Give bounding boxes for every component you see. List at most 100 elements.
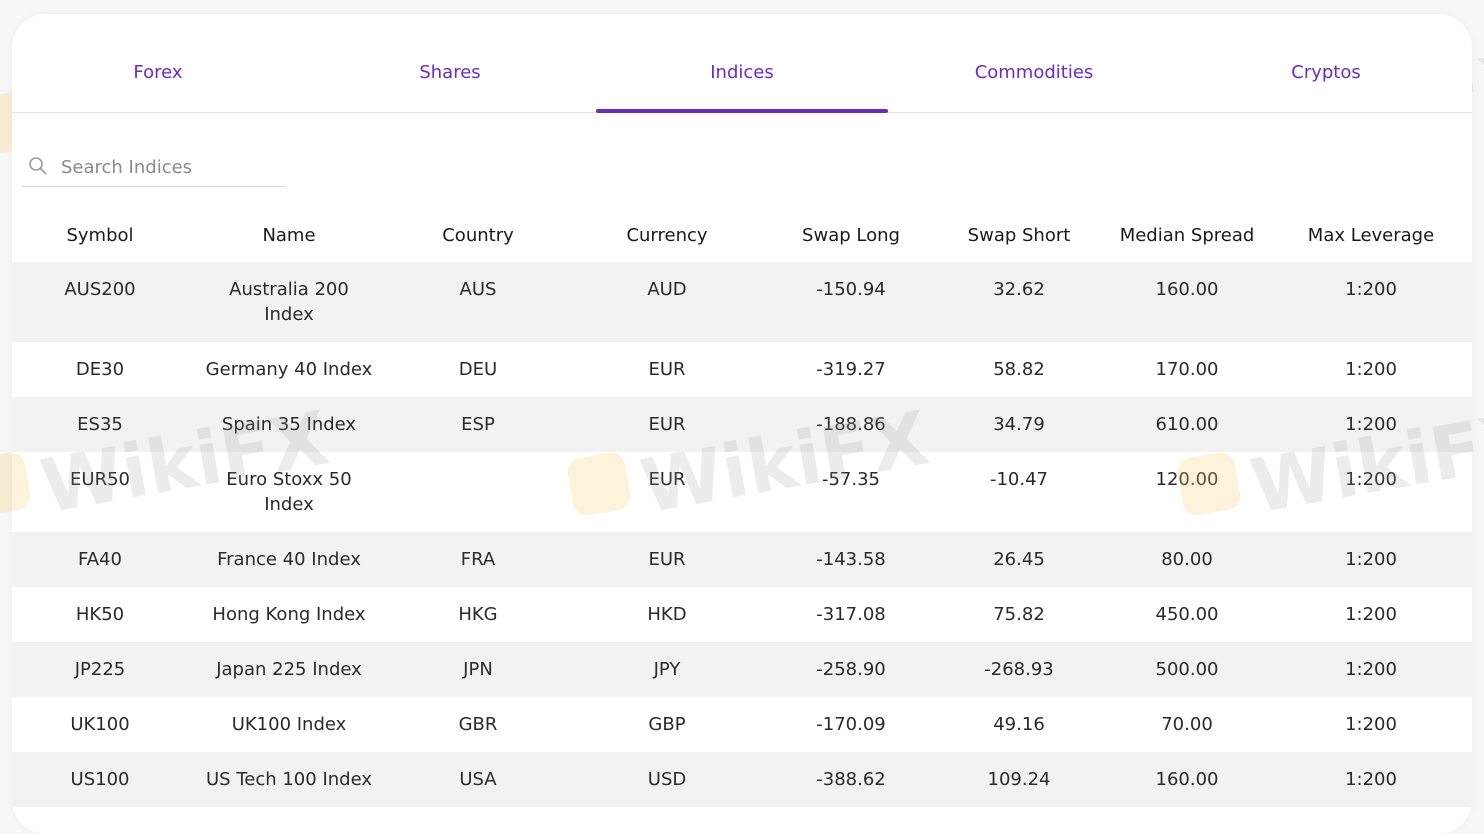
table-row: HK50 Hong Kong Index HKG HKD -317.08 75.… [12, 587, 1472, 642]
tab-forex[interactable]: Forex [12, 62, 304, 112]
cell-swap-short: 49.16 [993, 714, 1045, 735]
table-row: DE30 Germany 40 Index DEU EUR -319.27 58… [12, 342, 1472, 397]
cell-currency: EUR [648, 359, 686, 380]
cell-median-spread: 450.00 [1155, 604, 1219, 625]
cell-country [390, 452, 566, 532]
cell-swap-long: -170.09 [816, 714, 886, 735]
cell-name: UK100 Index [231, 714, 347, 735]
cell-swap-long: -57.35 [821, 469, 881, 490]
column-header-name[interactable]: Name [188, 208, 390, 262]
tab-commodities[interactable]: Commodities [888, 62, 1180, 112]
cell-median-spread: 120.00 [1155, 469, 1219, 490]
column-header-symbol[interactable]: Symbol [12, 208, 188, 262]
cell-max-leverage: 1:200 [1270, 752, 1472, 807]
cell-max-leverage: 1:200 [1270, 397, 1472, 452]
cell-currency: EUR [566, 532, 768, 587]
cell-swap-short: -268.93 [934, 642, 1104, 697]
cell-symbol: FA40 [12, 532, 188, 587]
cell-median-spread: 160.00 [1104, 752, 1270, 807]
column-header-swap-short[interactable]: Swap Short [934, 208, 1104, 262]
cell-max-leverage: 1:200 [1345, 604, 1397, 625]
cell-swap-short: 109.24 [934, 752, 1104, 807]
cell-swap-short: 58.82 [993, 359, 1045, 380]
cell-median-spread: 70.00 [1161, 714, 1213, 735]
tab-shares[interactable]: Shares [304, 62, 596, 112]
cell-country: DEU [458, 359, 498, 380]
cell-symbol: US100 [12, 752, 188, 807]
cell-median-spread: 610.00 [1104, 397, 1270, 452]
cell-country: GBR [458, 714, 498, 735]
column-header-max-leverage[interactable]: Max Leverage [1270, 208, 1472, 262]
cell-name: Japan 225 Index [188, 642, 390, 697]
cell-swap-long: -317.08 [816, 604, 886, 625]
cell-max-leverage: 1:200 [1270, 262, 1472, 342]
cell-country: FRA [390, 532, 566, 587]
cell-median-spread: 500.00 [1104, 642, 1270, 697]
cell-currency: EUR [648, 469, 686, 490]
table-row: AUS200 Australia 200 Index AUS AUD -150.… [12, 262, 1472, 342]
cell-swap-short: 75.82 [993, 604, 1045, 625]
cell-median-spread: 80.00 [1104, 532, 1270, 587]
table-row: JP225 Japan 225 Index JPN JPY -258.90 -2… [12, 642, 1472, 697]
cell-max-leverage: 1:200 [1345, 714, 1397, 735]
cell-country: AUS [390, 262, 566, 342]
cell-swap-long: -150.94 [768, 262, 934, 342]
cell-swap-long: -143.58 [768, 532, 934, 587]
cell-swap-short: 26.45 [934, 532, 1104, 587]
column-header-median-spread[interactable]: Median Spread [1104, 208, 1270, 262]
cell-name: Euro Stoxx 50 Index [226, 469, 352, 515]
table-row: ES35 Spain 35 Index ESP EUR -188.86 34.7… [12, 397, 1472, 452]
tab-cryptos[interactable]: Cryptos [1180, 62, 1472, 112]
table-header-row: Symbol Name Country Currency Swap Long S… [12, 208, 1472, 262]
cell-symbol: EUR50 [70, 469, 130, 490]
cell-swap-short: 32.62 [934, 262, 1104, 342]
cell-symbol: ES35 [12, 397, 188, 452]
cell-swap-long: -258.90 [768, 642, 934, 697]
tab-indices[interactable]: Indices [596, 62, 888, 113]
search-icon [28, 156, 48, 176]
cell-symbol: AUS200 [12, 262, 188, 342]
cell-currency: GBP [648, 714, 686, 735]
cell-country: HKG [458, 604, 498, 625]
cell-currency: HKD [647, 604, 687, 625]
cell-country: ESP [390, 397, 566, 452]
cell-max-leverage: 1:200 [1270, 532, 1472, 587]
cell-country: USA [390, 752, 566, 807]
cell-swap-short: -10.47 [989, 469, 1049, 490]
cell-median-spread: 170.00 [1155, 359, 1219, 380]
cell-symbol: UK100 [70, 714, 130, 735]
table-row: EUR50 Euro Stoxx 50 Index EUR -57.35 -10… [12, 452, 1472, 532]
market-tabs: Forex Shares Indices Commodities Cryptos [12, 14, 1472, 113]
column-header-country[interactable]: Country [390, 208, 566, 262]
cell-max-leverage: 1:200 [1345, 359, 1397, 380]
column-header-currency[interactable]: Currency [566, 208, 768, 262]
cell-currency: AUD [566, 262, 768, 342]
cell-swap-long: -388.62 [768, 752, 934, 807]
indices-table: Symbol Name Country Currency Swap Long S… [12, 208, 1472, 807]
search-box [22, 148, 285, 187]
cell-max-leverage: 1:200 [1345, 469, 1397, 490]
cell-currency: JPY [566, 642, 768, 697]
cell-swap-short: 34.79 [934, 397, 1104, 452]
cell-name: France 40 Index [188, 532, 390, 587]
cell-symbol: HK50 [75, 604, 125, 625]
cell-symbol: DE30 [75, 359, 125, 380]
cell-name: Spain 35 Index [188, 397, 390, 452]
cell-name: Hong Kong Index [212, 604, 366, 625]
search-input[interactable] [59, 152, 283, 182]
cell-currency: USD [566, 752, 768, 807]
cell-swap-long: -188.86 [768, 397, 934, 452]
cell-max-leverage: 1:200 [1270, 642, 1472, 697]
column-header-swap-long[interactable]: Swap Long [768, 208, 934, 262]
table-row: UK100 UK100 Index GBR GBP -170.09 49.16 … [12, 697, 1472, 752]
cell-median-spread: 160.00 [1104, 262, 1270, 342]
cell-name: Germany 40 Index [205, 359, 373, 380]
cell-name: US Tech 100 Index [188, 752, 390, 807]
table-row: FA40 France 40 Index FRA EUR -143.58 26.… [12, 532, 1472, 587]
cell-name: Australia 200 Index [188, 262, 390, 342]
cell-currency: EUR [566, 397, 768, 452]
cell-country: JPN [390, 642, 566, 697]
cell-swap-long: -319.27 [816, 359, 886, 380]
table-row: US100 US Tech 100 Index USA USD -388.62 … [12, 752, 1472, 807]
instruments-card: Forex Shares Indices Commodities Cryptos [12, 14, 1472, 834]
